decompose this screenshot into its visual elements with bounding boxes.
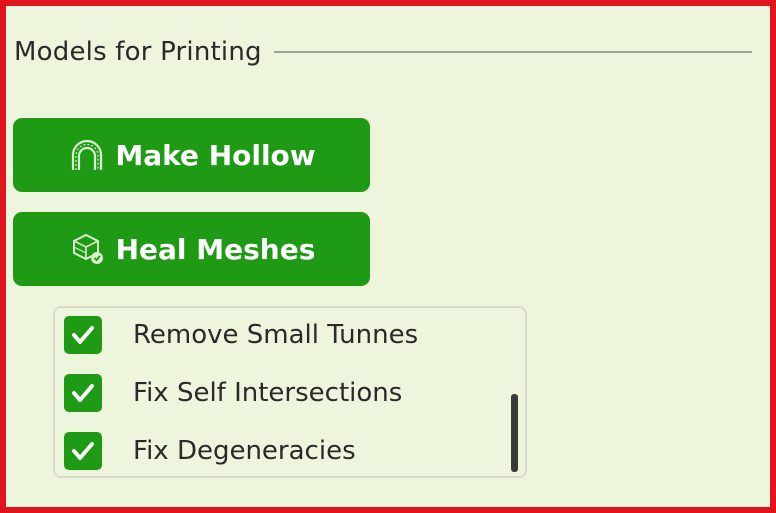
heal-meshes-label: Heal Meshes (115, 232, 316, 266)
checkmark-icon (72, 384, 94, 402)
section-header: Models for Printing (14, 34, 754, 70)
option-label: Fix Self Intersections (133, 378, 403, 408)
option-fix-degeneracies[interactable]: Fix Degeneracies (64, 432, 356, 470)
make-hollow-button[interactable]: Make Hollow (13, 118, 370, 192)
option-remove-small-tunnels[interactable]: Remove Small Tunnes (64, 316, 418, 354)
section-title: Models for Printing (14, 37, 262, 67)
checkmark-icon (72, 442, 94, 460)
heal-options-list: Remove Small Tunnes Fix Self Intersectio… (53, 306, 527, 478)
option-label: Fix Degeneracies (133, 436, 356, 466)
checkmark-icon (72, 326, 94, 344)
remove-small-tunnels-checkbox[interactable] (64, 316, 102, 354)
fix-self-intersections-checkbox[interactable] (64, 374, 102, 412)
heal-mesh-icon (68, 229, 108, 269)
option-fix-self-intersections[interactable]: Fix Self Intersections (64, 374, 402, 412)
highlight-frame: Models for Printing Make Hollow Heal Mes… (0, 0, 776, 513)
option-label: Remove Small Tunnes (133, 320, 419, 350)
make-hollow-label: Make Hollow (115, 138, 316, 172)
heal-meshes-button[interactable]: Heal Meshes (13, 212, 370, 286)
section-divider (273, 51, 752, 53)
hollow-arch-icon (67, 135, 107, 175)
fix-degeneracies-checkbox[interactable] (64, 432, 102, 470)
options-scrollbar[interactable] (511, 394, 518, 472)
